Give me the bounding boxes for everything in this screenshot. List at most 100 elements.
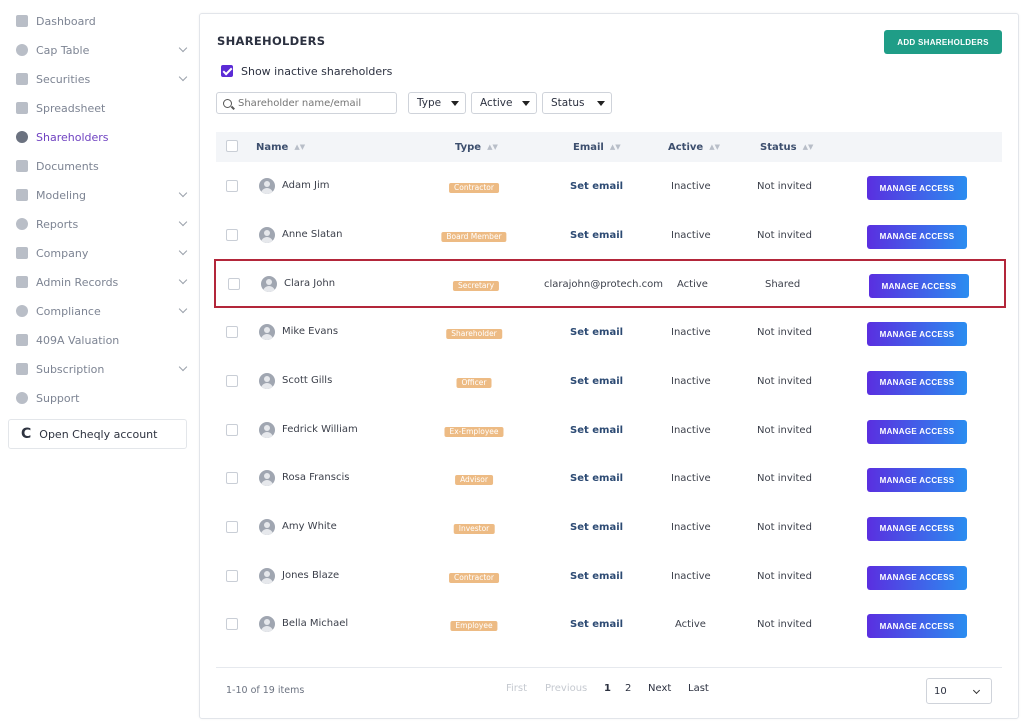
shareholders-panel: SHAREHOLDERS ADD SHAREHOLDERS Show inact… [199,13,1019,719]
sidebar-item-label: Cap Table [36,43,90,57]
table-row: Rosa Franscis Advisor Set email Inactive Not… [216,455,1002,504]
select-all-checkbox[interactable] [226,140,238,152]
type-badge: Secretary [452,281,500,292]
row-checkbox[interactable] [226,472,238,485]
set-email-link[interactable]: Set email [570,619,623,630]
row-checkbox[interactable] [226,326,238,339]
sidebar-item-support[interactable]: Support [16,387,190,409]
chevron-down-icon [178,217,188,227]
active-state: Inactive [671,229,711,241]
sidebar-item-modeling[interactable]: Modeling [16,184,190,206]
sidebar-item-409a-valuation[interactable]: 409A Valuation [16,329,190,351]
shareholder-name: Jones Blaze [282,569,340,581]
sidebar-item-spreadsheet[interactable]: Spreadsheet [16,97,190,119]
manage-access-button[interactable]: MANAGE ACCESS [869,274,969,299]
set-email-link[interactable]: Set email [570,571,623,582]
manage-access-button[interactable]: MANAGE ACCESS [867,419,967,444]
sidebar-item-shareholders[interactable]: Shareholders [16,126,190,148]
set-email-link[interactable]: Set email [570,473,623,484]
table-header: Name ▲▼ Type ▲▼ Email ▲▼ Active ▲▼ Status ▲▼ [216,132,1002,162]
pie-chart-icon [16,44,28,56]
manage-access-button[interactable]: MANAGE ACCESS [867,468,967,493]
sidebar-item-admin-records[interactable]: Admin Records [16,271,190,293]
manage-access-button[interactable]: MANAGE ACCESS [867,176,967,200]
next-page-link[interactable]: Next [648,683,671,694]
column-header-active-label: Active [668,142,704,153]
open-cheqly-account-button[interactable]: C Open Cheqly account [8,419,187,449]
table-row: Jones Blaze Contractor Set email Inactive No… [216,553,1002,602]
manage-access-button[interactable]: MANAGE ACCESS [867,565,967,590]
previous-page-link[interactable]: Previous [545,683,587,694]
sidebar-item-label: Documents [36,159,99,173]
sidebar-item-reports[interactable]: Reports [16,213,190,235]
column-header-status[interactable]: Status ▲▼ [760,142,813,153]
status-filter-select[interactable]: Status [542,92,612,114]
column-header-type[interactable]: Type ▲▼ [455,142,498,153]
row-checkbox[interactable] [226,520,238,533]
search-input[interactable] [238,97,388,109]
column-header-email-label: Email [573,142,604,153]
chevron-down-icon [178,188,188,198]
cheqly-logo-icon: C [21,426,32,442]
avatar [259,324,275,341]
sidebar-item-cap-table[interactable]: Cap Table [16,39,190,61]
avatar [259,616,275,633]
manage-access-button[interactable]: MANAGE ACCESS [867,322,967,347]
type-badge: Contractor [449,572,499,583]
set-email-link[interactable]: Set email [570,425,623,436]
active-state: Active [677,279,708,291]
avatar [259,226,275,243]
show-inactive-checkbox[interactable] [221,65,233,77]
set-email-link[interactable]: Set email [570,522,623,533]
row-checkbox[interactable] [226,180,238,192]
chevron-down-icon [178,72,188,82]
status-text: Not invited [757,181,812,192]
set-email-link[interactable]: Set email [570,181,623,192]
row-checkbox[interactable] [226,423,238,436]
type-badge: Ex-Employee [444,426,504,437]
manage-access-button[interactable]: MANAGE ACCESS [867,370,967,395]
first-page-link[interactable]: First [506,683,527,694]
sidebar-item-documents[interactable]: Documents [16,155,190,177]
set-email-link[interactable]: Set email [570,327,623,338]
manage-access-button[interactable]: MANAGE ACCESS [867,614,967,639]
row-checkbox[interactable] [228,278,240,291]
avatar [259,518,275,535]
avatar [259,178,275,194]
set-email-link[interactable]: Set email [570,376,623,387]
column-header-email[interactable]: Email ▲▼ [573,142,621,153]
table-row: Fedrick William Ex-Employee Set email Inact… [216,407,1002,456]
active-filter-select[interactable]: Active [471,92,537,114]
sidebar-item-subscription[interactable]: Subscription [16,358,190,380]
last-page-link[interactable]: Last [688,683,709,694]
status-text: Not invited [757,327,812,339]
items-summary: 1-10 of 19 items [226,685,305,696]
status-text: Not invited [757,229,812,241]
column-header-name[interactable]: Name ▲▼ [256,142,305,153]
manage-access-button[interactable]: MANAGE ACCESS [867,224,967,249]
footer-divider [216,667,1002,668]
page-2-link[interactable]: 2 [625,683,631,694]
row-checkbox[interactable] [226,374,238,387]
sidebar-item-company[interactable]: Company [16,242,190,264]
per-page-select[interactable]: 10 [926,678,992,704]
shareholder-name: Clara John [284,278,336,290]
active-state: Inactive [671,375,711,387]
manage-access-button[interactable]: MANAGE ACCESS [867,516,967,541]
search-box[interactable] [216,92,397,114]
shareholder-name: Mike Evans [282,326,339,338]
add-shareholders-button[interactable]: ADD SHAREHOLDERS [884,30,1002,54]
sidebar-item-securities[interactable]: Securities [16,68,190,90]
page-1-link[interactable]: 1 [604,683,611,694]
set-email-link[interactable]: Set email [570,230,623,241]
shield-icon [16,305,28,317]
clipboard-icon [16,73,28,85]
row-checkbox[interactable] [226,569,238,582]
row-checkbox[interactable] [226,618,238,631]
sidebar-item-dashboard[interactable]: Dashboard [16,10,190,32]
type-filter-select[interactable]: Type [408,92,466,114]
column-header-name-label: Name [256,142,289,153]
column-header-active[interactable]: Active ▲▼ [668,142,720,153]
sidebar-item-compliance[interactable]: Compliance [16,300,190,322]
row-checkbox[interactable] [226,228,238,241]
